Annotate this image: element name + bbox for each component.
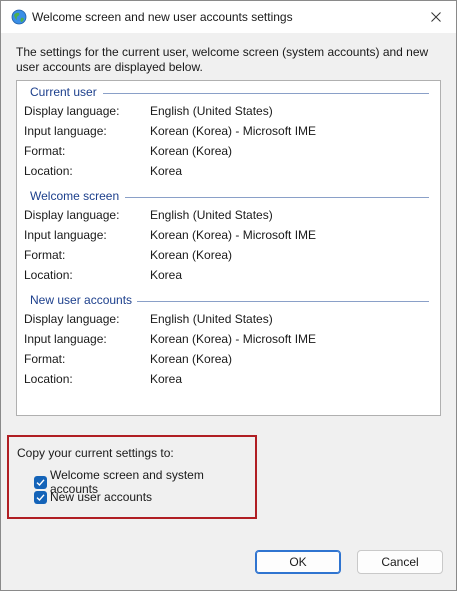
setting-row: Input language: Korean (Korea) - Microsof…	[17, 121, 440, 141]
setting-label: Display language:	[24, 104, 120, 118]
window-title: Welcome screen and new user accounts set…	[32, 10, 293, 24]
setting-row: Location: Korea	[17, 369, 440, 389]
setting-label: Location:	[24, 164, 73, 178]
new-user-accounts-checkbox[interactable]	[34, 490, 47, 504]
setting-value: English (United States)	[150, 104, 273, 118]
section-welcome-screen: Welcome screen Display language: English …	[17, 189, 440, 285]
checkmark-icon	[36, 478, 45, 486]
setting-label: Display language:	[24, 208, 120, 222]
setting-label: Format:	[24, 144, 66, 158]
checkmark-icon	[36, 493, 45, 501]
setting-row: Location: Korea	[17, 161, 440, 181]
section-title: Welcome screen	[30, 189, 126, 203]
setting-row: Format: Korean (Korea)	[17, 141, 440, 161]
setting-value: Korean (Korea) - Microsoft IME	[150, 228, 317, 242]
title-bar: Welcome screen and new user accounts set…	[1, 1, 456, 33]
section-title: New user accounts	[30, 293, 139, 307]
setting-row: Format: Korean (Korea)	[17, 245, 440, 265]
cancel-button[interactable]: Cancel	[357, 550, 443, 574]
setting-row: Display language: English (United States)	[17, 205, 440, 225]
setting-label: Location:	[24, 268, 73, 282]
setting-label: Display language:	[24, 312, 120, 326]
section-divider	[103, 93, 429, 94]
setting-value: Korea	[150, 268, 183, 282]
setting-label: Input language:	[24, 332, 107, 346]
setting-row: Format: Korean (Korea)	[17, 349, 440, 369]
new-user-accounts-checkbox-row[interactable]: New user accounts	[34, 490, 152, 504]
setting-row: Display language: English (United States)	[17, 309, 440, 329]
settings-panel: Current user Display language: English (U…	[16, 80, 441, 416]
setting-value: Korean (Korea) - Microsoft IME	[150, 124, 317, 138]
section-title: Current user	[30, 85, 103, 99]
close-button[interactable]	[416, 1, 456, 33]
setting-value: Korea	[150, 164, 183, 178]
setting-row: Input language: Korean (Korea) - Microsof…	[17, 225, 440, 245]
copy-settings-group: Copy your current settings to: Welcome s…	[7, 435, 257, 519]
copy-settings-label: Copy your current settings to:	[17, 446, 174, 460]
setting-row: Location: Korea	[17, 265, 440, 285]
setting-value: Korea	[150, 372, 183, 386]
setting-value: Korean (Korea)	[150, 248, 233, 262]
section-header: New user accounts	[17, 293, 440, 309]
setting-label: Input language:	[24, 124, 107, 138]
setting-value: English (United States)	[150, 312, 273, 326]
setting-label: Input language:	[24, 228, 107, 242]
setting-label: Location:	[24, 372, 73, 386]
new-user-accounts-checkbox-label[interactable]: New user accounts	[50, 490, 152, 504]
setting-value: English (United States)	[150, 208, 273, 222]
section-divider	[137, 301, 429, 302]
ok-button[interactable]: OK	[255, 550, 341, 574]
section-current-user: Current user Display language: English (U…	[17, 85, 440, 181]
section-header: Welcome screen	[17, 189, 440, 205]
setting-row: Input language: Korean (Korea) - Microsof…	[17, 329, 440, 349]
close-icon	[431, 12, 441, 22]
intro-text: The settings for the current user, welco…	[16, 45, 429, 74]
section-header: Current user	[17, 85, 440, 101]
setting-value: Korean (Korea)	[150, 352, 233, 366]
dialog-window: Welcome screen and new user accounts set…	[0, 0, 457, 591]
setting-label: Format:	[24, 248, 66, 262]
setting-value: Korean (Korea)	[150, 144, 233, 158]
setting-row: Display language: English (United States)	[17, 101, 440, 121]
section-new-user-accounts: New user accounts Display language: Engli…	[17, 293, 440, 389]
globe-icon	[11, 9, 27, 25]
welcome-screen-checkbox[interactable]	[34, 475, 47, 489]
setting-label: Format:	[24, 352, 66, 366]
setting-value: Korean (Korea) - Microsoft IME	[150, 332, 317, 346]
section-divider	[125, 197, 429, 198]
